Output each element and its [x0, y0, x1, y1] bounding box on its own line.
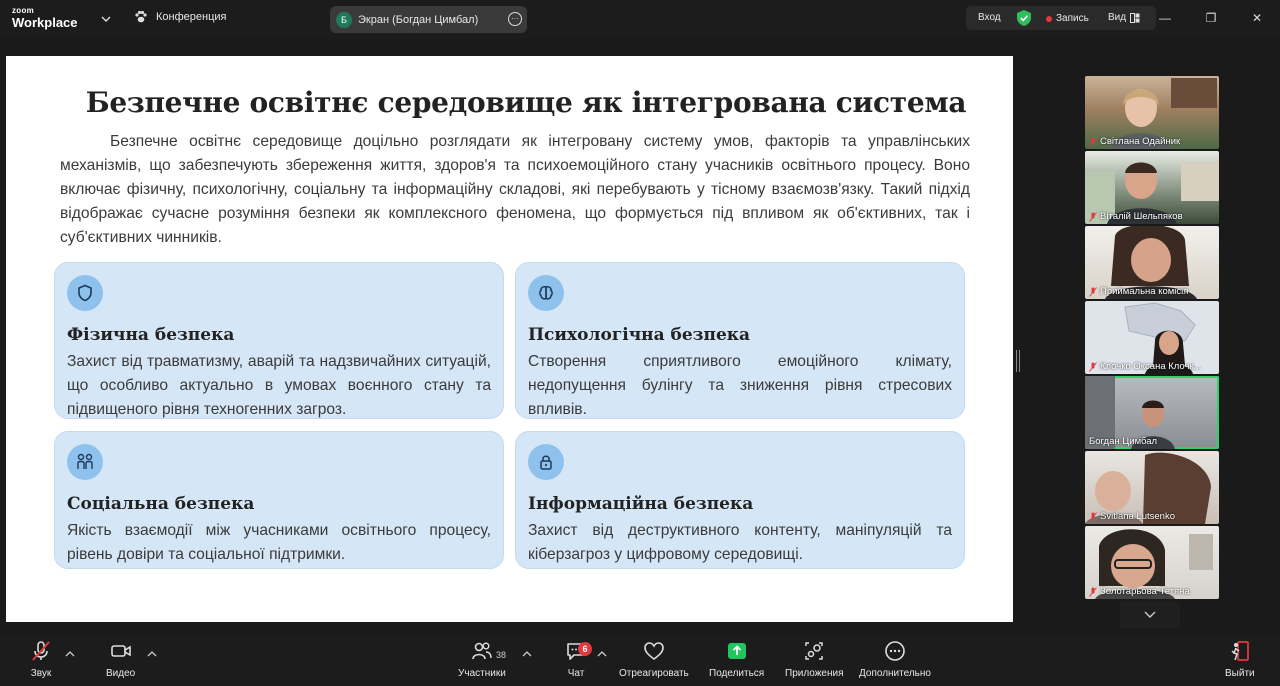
chat-unread-badge: 6 [578, 642, 592, 656]
chat-options-caret-icon[interactable] [597, 650, 607, 658]
screen-share-label: Экран (Богдан Цимбал) [358, 13, 479, 26]
shield-icon [67, 275, 103, 311]
muted-mic-icon [1089, 286, 1097, 297]
minimize-icon[interactable]: — [1142, 0, 1188, 36]
close-icon[interactable]: ✕ [1234, 0, 1280, 36]
people-icon [67, 444, 103, 480]
muted-mic-icon [1089, 586, 1097, 597]
record-indicator[interactable]: Запись [1046, 13, 1089, 24]
restore-icon[interactable]: ❐ [1188, 0, 1234, 36]
participant-name: Світлана Одайник [1089, 136, 1180, 147]
share-screen-button[interactable]: Поделиться [709, 640, 764, 679]
apps-icon [805, 642, 823, 660]
slide-title: Безпечне освітнє середовище як інтегрова… [85, 86, 967, 119]
participant-tile[interactable]: Svitlana Lutsenko [1085, 451, 1219, 524]
view-label: Вид [1108, 12, 1127, 23]
card-title: Інформаційна безпека [528, 494, 754, 514]
security-shield-icon[interactable] [1017, 10, 1031, 26]
participant-tile[interactable]: Світлана Одайник [1085, 76, 1219, 149]
audio-label: Звук [30, 668, 52, 679]
video-camera-icon [110, 645, 131, 657]
view-button[interactable]: Вид [1108, 12, 1140, 23]
audio-button[interactable]: Звук [30, 640, 52, 679]
participant-gallery: Світлана Одайник Віталій Шельпяков Прийм… [1085, 76, 1219, 601]
share-screen-icon [727, 643, 746, 659]
video-label: Видео [106, 668, 136, 679]
muted-mic-icon [32, 641, 50, 661]
participant-name: Віталій Шельпяков [1089, 211, 1183, 222]
title-bar: zoom Workplace Конференция Б Экран (Богд… [0, 0, 1280, 38]
chevron-down-icon [1144, 611, 1156, 618]
participant-name: Богдан Цимбал [1089, 436, 1158, 447]
participant-tile[interactable]: Віталій Шельпяков [1085, 151, 1219, 224]
presenter-avatar: Б [336, 11, 352, 28]
more-options-icon[interactable]: ··· [508, 12, 522, 26]
card-title: Психологічна безпека [528, 325, 751, 345]
participants-count: 38 [496, 650, 507, 660]
meeting-info-button[interactable]: Конференция [134, 10, 226, 24]
participants-options-caret-icon[interactable] [522, 650, 532, 658]
card-text: Захист від деструктивного контенту, мані… [528, 522, 952, 563]
participant-name: Клочко Оксана Клочк... [1089, 361, 1202, 372]
heart-icon [644, 642, 664, 660]
meeting-label: Конференция [156, 11, 227, 23]
muted-mic-icon [1089, 211, 1097, 222]
participants-icon [472, 642, 492, 660]
apps-label: Приложения [785, 668, 844, 679]
meeting-toolbar: Звук Видео Участники 38 Чат 6 Отреагиров… [0, 636, 1280, 686]
card-social: Соціальна безпека Якість взаємодії між у… [54, 431, 504, 569]
card-title: Соціальна безпека [67, 494, 255, 514]
leave-door-icon [1231, 641, 1249, 661]
video-options-caret-icon[interactable] [147, 650, 157, 658]
more-label: Дополнительно [859, 668, 931, 679]
slide-intro: Безпечне освітнє середовище доцільно роз… [60, 133, 970, 246]
chevron-down-icon[interactable] [100, 13, 112, 25]
card-physical: Фізична безпека Захист від травматизму, … [54, 262, 504, 419]
chat-label: Чат [567, 668, 585, 679]
leave-button[interactable]: Выйти [1225, 640, 1255, 679]
screen-share-indicator[interactable]: Б Экран (Богдан Цимбал) ··· [330, 6, 527, 33]
audio-options-caret-icon[interactable] [65, 650, 75, 658]
video-button[interactable]: Видео [106, 640, 135, 679]
more-dots-icon [885, 641, 905, 661]
react-button[interactable]: Отреагировать [619, 640, 689, 679]
shared-screen: Безпечне освітнє середовище як інтегрова… [6, 56, 1013, 622]
brain-icon [528, 275, 564, 311]
card-psychological: Психологічна безпека Створення сприятлив… [515, 262, 965, 419]
share-label: Поделиться [709, 668, 765, 679]
card-text: Захист від травматизму, аварій та надзви… [67, 353, 491, 418]
participant-name: Золотарьова Тетяна [1089, 586, 1190, 597]
logo-big-text: Workplace [12, 15, 78, 30]
more-button[interactable]: Дополнительно [859, 640, 931, 679]
participant-name: Приймальна комісія [1089, 286, 1188, 297]
participant-tile[interactable]: Золотарьова Тетяна [1085, 526, 1219, 599]
record-dot-icon [1046, 15, 1052, 22]
window-controls: — ❐ ✕ [1142, 0, 1280, 36]
card-title: Фізична безпека [67, 325, 235, 345]
participant-tile[interactable]: Приймальна комісія [1085, 226, 1219, 299]
grid-view-icon [1130, 12, 1140, 23]
participants-label: Участники [458, 668, 506, 679]
leave-label: Выйти [1225, 668, 1255, 679]
apps-button[interactable]: Приложения [785, 640, 844, 679]
card-information: Інформаційна безпека Захист від деструкт… [515, 431, 965, 569]
muted-mic-icon [1089, 361, 1097, 372]
muted-mic-icon [1089, 136, 1097, 147]
zoom-logo[interactable]: zoom Workplace [12, 6, 78, 30]
participant-tile[interactable]: Клочко Оксана Клочк... [1085, 301, 1219, 374]
participant-name: Svitlana Lutsenko [1089, 511, 1175, 522]
splitter-handle[interactable] [1016, 350, 1020, 372]
signin-button[interactable]: Вход [978, 12, 1001, 23]
record-label: Запись [1056, 13, 1089, 24]
card-text: Створення сприятливого емоційного клімат… [528, 353, 952, 418]
logo-small-text: zoom [12, 6, 35, 15]
card-text: Якість взаємодії між учасниками освітньо… [67, 522, 491, 563]
paw-icon [135, 10, 147, 23]
participant-tile[interactable]: Богдан Цимбал [1085, 376, 1219, 449]
scroll-participants-down-button[interactable] [1120, 602, 1180, 628]
meeting-status-bar: Вход Запись Вид [966, 6, 1156, 30]
muted-mic-icon [1089, 511, 1097, 522]
lock-icon [528, 444, 564, 480]
react-label: Отреагировать [619, 668, 689, 679]
